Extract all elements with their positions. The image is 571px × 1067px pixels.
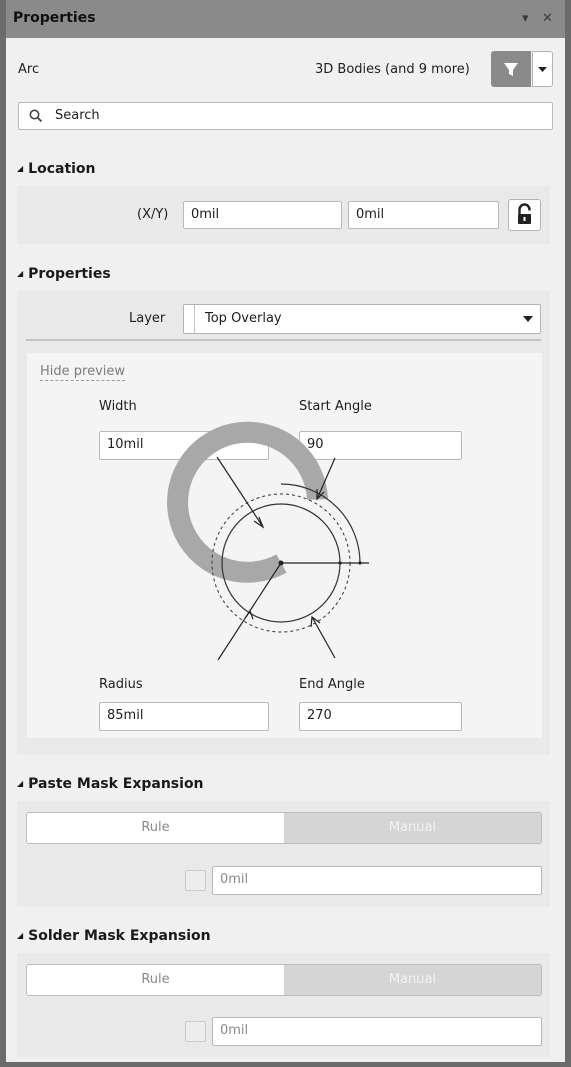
layer-color-swatch (184, 305, 195, 333)
unlock-icon (518, 203, 531, 224)
search-input[interactable]: Search (18, 102, 553, 130)
solder-mask-box: Rule Manual 0mil (17, 953, 550, 1057)
properties-panel: Properties ▾ ✕ Arc 3D Bodies (and 9 more… (6, 0, 565, 1062)
filter-icon (504, 63, 518, 76)
collapse-triangle-icon: ◢ (17, 269, 24, 278)
arc-preview-panel: Hide preview Width 10mil Start Angle 90 (27, 353, 542, 738)
radius-arrow (245, 609, 254, 620)
close-icon[interactable]: ✕ (542, 11, 553, 26)
properties-box: Layer Top Overlay Hide preview Width 10m… (17, 291, 550, 755)
solder-mask-checkbox[interactable] (185, 1021, 206, 1042)
paste-mask-value-field[interactable]: 0mil (212, 866, 542, 895)
panel-titlebar: Properties ▾ ✕ (6, 0, 565, 38)
filter-summary[interactable]: 3D Bodies (and 9 more) (315, 62, 470, 77)
properties-section-header[interactable]: ◢ Properties (17, 266, 111, 282)
properties-heading: Properties (28, 266, 111, 282)
location-section-header[interactable]: ◢ Location (17, 161, 96, 177)
radius-label: Radius (99, 677, 143, 692)
chevron-down-icon (538, 67, 547, 72)
width-leader (216, 456, 264, 528)
solder-mask-mode-toggle: Rule Manual (26, 964, 542, 996)
search-placeholder: Search (55, 108, 100, 123)
layer-select[interactable]: Top Overlay (183, 304, 541, 334)
solder-mask-heading: Solder Mask Expansion (28, 928, 211, 944)
solder-mask-manual-option[interactable]: Manual (284, 965, 541, 995)
filter-button[interactable] (491, 51, 531, 87)
end-angle-field[interactable]: 270 (299, 702, 462, 731)
y-field[interactable]: 0mil (348, 201, 499, 229)
search-icon (29, 109, 43, 123)
lock-button[interactable] (508, 199, 541, 231)
collapse-triangle-icon: ◢ (17, 779, 24, 788)
solder-mask-value-field[interactable]: 0mil (212, 1017, 542, 1046)
paste-mask-checkbox[interactable] (185, 870, 206, 891)
solder-mask-rule-option[interactable]: Rule (27, 965, 284, 995)
paste-mask-section-header[interactable]: ◢ Paste Mask Expansion (17, 776, 204, 792)
angle-point (358, 561, 362, 565)
end-angle-label: End Angle (299, 677, 365, 692)
collapse-triangle-icon: ◢ (17, 164, 24, 173)
paste-mask-box: Rule Manual 0mil (17, 801, 550, 907)
collapse-triangle-icon: ◢ (17, 931, 24, 940)
object-type-label: Arc (18, 62, 40, 77)
pin-menu-icon[interactable]: ▾ (522, 11, 529, 26)
width-arrow (253, 516, 265, 529)
filter-dropdown-button[interactable] (532, 51, 553, 87)
x-field[interactable]: 0mil (183, 201, 342, 229)
paste-mask-rule-option[interactable]: Rule (27, 813, 284, 843)
location-box: (X/Y) 0mil 0mil (17, 186, 550, 244)
radius-point (338, 561, 342, 565)
paste-mask-manual-option[interactable]: Manual (284, 813, 541, 843)
paste-mask-mode-toggle: Rule Manual (26, 812, 542, 844)
end-angle-leader (311, 616, 336, 659)
chevron-down-icon (523, 316, 533, 322)
solder-mask-section-header[interactable]: ◢ Solder Mask Expansion (17, 928, 211, 944)
end-angle-arrow (310, 615, 321, 628)
radius-field[interactable]: 85mil (99, 702, 269, 731)
layer-value: Top Overlay (205, 311, 282, 326)
xy-label: (X/Y) (137, 207, 169, 222)
paste-mask-heading: Paste Mask Expansion (28, 776, 204, 792)
divider (26, 339, 541, 341)
location-heading: Location (28, 161, 96, 177)
layer-label: Layer (129, 311, 166, 326)
panel-title: Properties (13, 10, 96, 26)
